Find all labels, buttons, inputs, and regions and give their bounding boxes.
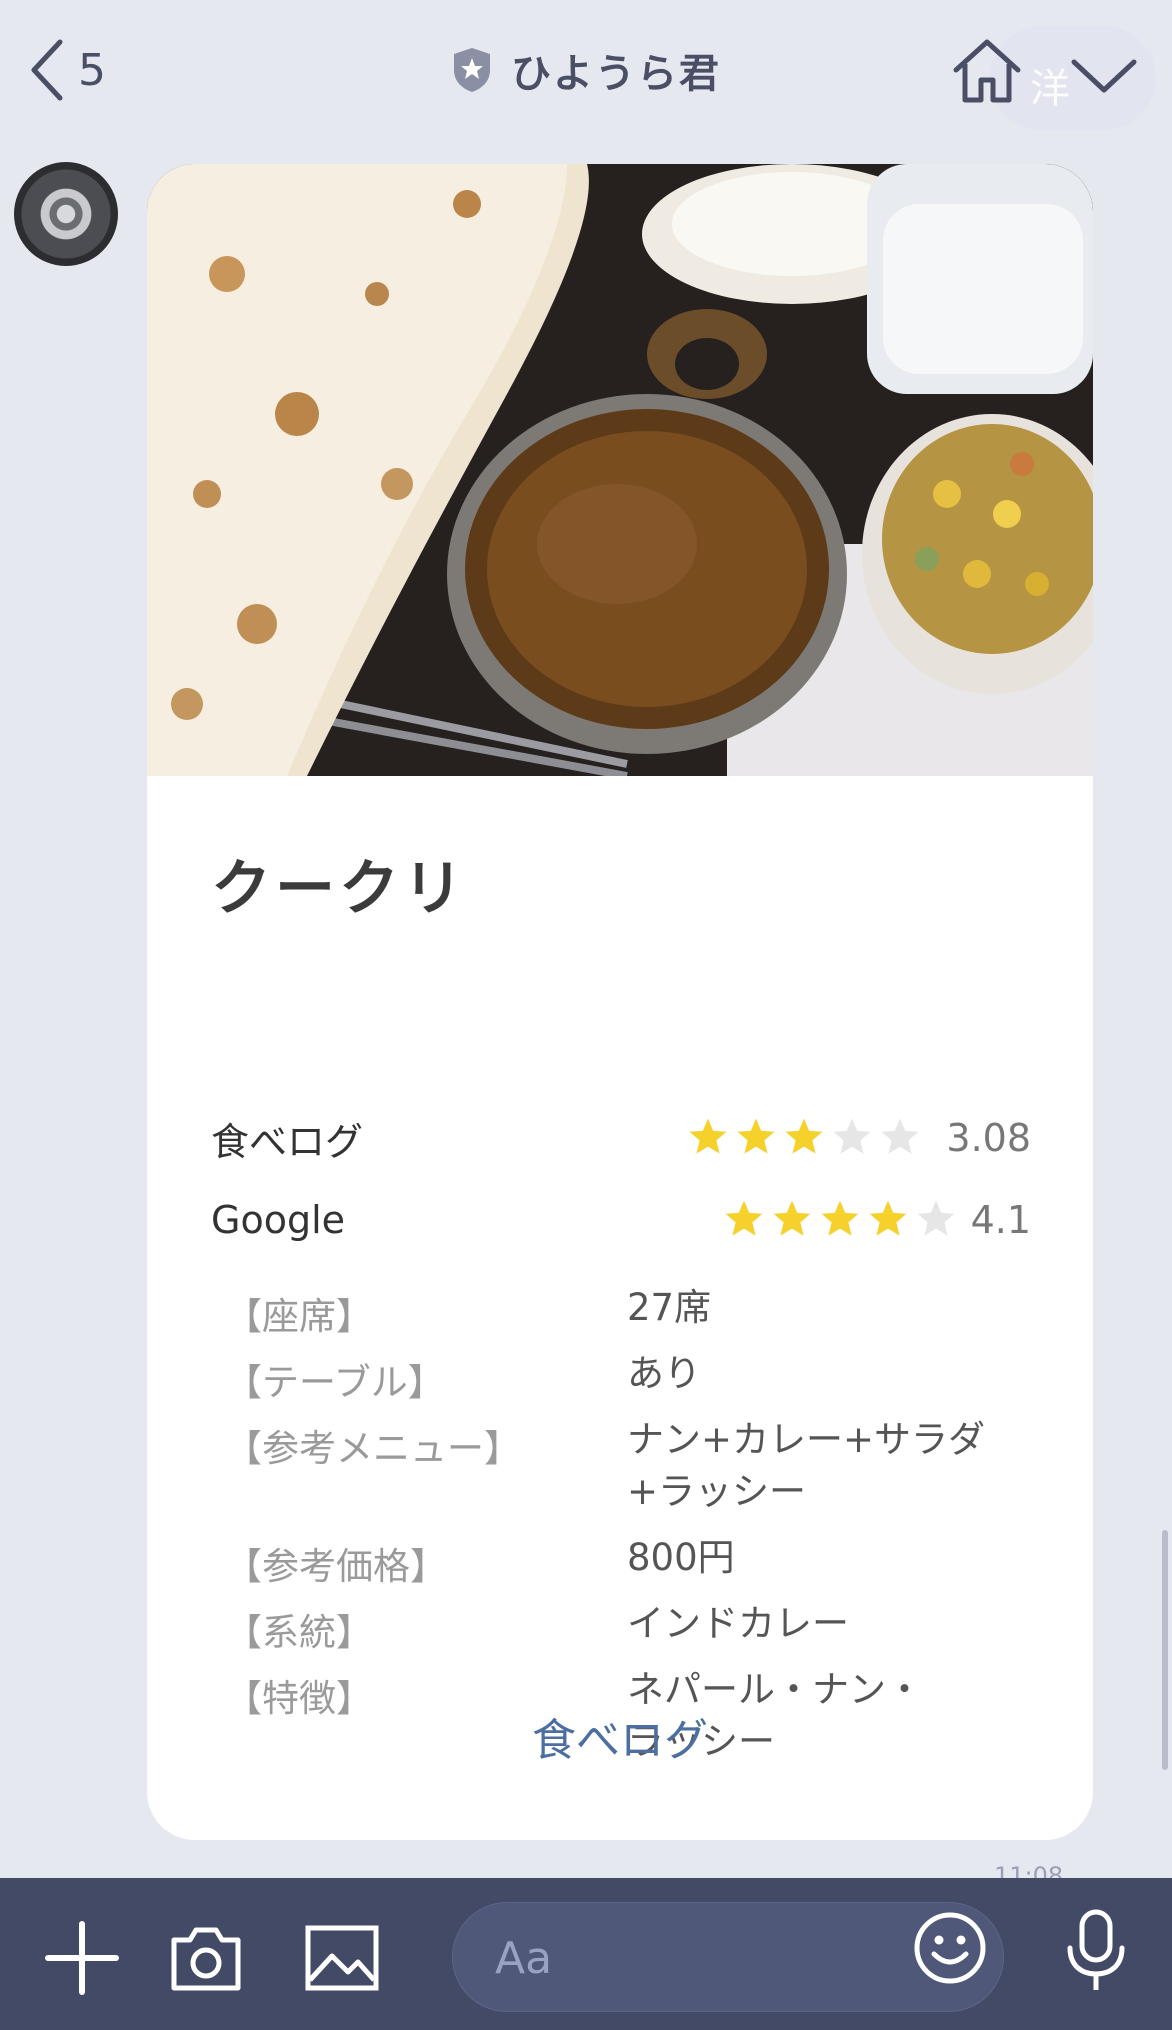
- detail-value-price: 800円: [627, 1536, 735, 1579]
- chat-header: 5 ひようら君 洋: [0, 0, 1172, 140]
- camera-icon[interactable]: [166, 1918, 246, 1998]
- star-rating: [723, 1198, 957, 1240]
- star-rating: [687, 1116, 921, 1158]
- rating-row-google: Google 4.1: [211, 1190, 1031, 1250]
- detail-label-seats: 【座席】: [225, 1295, 373, 1338]
- detail-value-table: あり: [627, 1352, 701, 1395]
- detail-label-table: 【テーブル】: [225, 1361, 445, 1404]
- detail-label-price: 【参考価格】: [225, 1545, 447, 1588]
- restaurant-photo[interactable]: [147, 164, 1093, 776]
- home-icon[interactable]: [948, 34, 1026, 106]
- restaurant-card[interactable]: クークリ 食べログ 3.08 Google 4.1 【座席】 27席 【テーブル…: [147, 164, 1093, 1840]
- chat-name: ひようら君: [511, 51, 721, 97]
- star-filled-icon: [773, 1200, 811, 1236]
- shield-star-icon: [454, 48, 490, 92]
- detail-value-seats: 27席: [627, 1286, 712, 1329]
- shop-name: クークリ: [211, 854, 467, 924]
- star-filled-icon: [725, 1200, 763, 1236]
- composer-bar: Aa: [0, 1878, 1172, 2030]
- detail-value-menu-cont: +ラッシー: [627, 1470, 807, 1513]
- detail-label-menu: 【参考メニュー】: [225, 1427, 521, 1470]
- tabelog-link[interactable]: 食べログ: [147, 1704, 1093, 1768]
- plus-icon[interactable]: [42, 1918, 122, 1998]
- star-filled-icon: [737, 1118, 775, 1154]
- overlay-text: 洋: [1030, 66, 1070, 112]
- detail-value-genre: インドカレー: [627, 1602, 849, 1645]
- star-empty-icon: [881, 1118, 919, 1154]
- star-filled-icon: [785, 1118, 823, 1154]
- star-filled-icon: [821, 1200, 859, 1236]
- message-placeholder: Aa: [495, 1933, 553, 1984]
- image-icon[interactable]: [302, 1918, 382, 1998]
- emoji-icon[interactable]: [912, 1910, 988, 1986]
- rating-score: 3.08: [946, 1116, 1031, 1160]
- rating-score: 4.1: [970, 1198, 1031, 1242]
- star-filled-icon: [869, 1200, 907, 1236]
- star-empty-icon: [917, 1200, 955, 1236]
- rating-source-label: Google: [211, 1198, 346, 1242]
- microphone-icon[interactable]: [1058, 1908, 1134, 1994]
- rating-source-label: 食べログ: [211, 1119, 364, 1164]
- star-empty-icon: [833, 1118, 871, 1154]
- avatar[interactable]: [14, 162, 118, 266]
- detail-label-genre: 【系統】: [225, 1611, 373, 1654]
- chevron-down-icon[interactable]: [1068, 44, 1140, 104]
- rating-row-tabelog: 食べログ 3.08: [211, 1108, 1031, 1168]
- star-filled-icon: [689, 1118, 727, 1154]
- detail-value-menu: ナン+カレー+サラダ: [627, 1418, 986, 1461]
- scrollbar[interactable]: [1162, 1530, 1168, 1770]
